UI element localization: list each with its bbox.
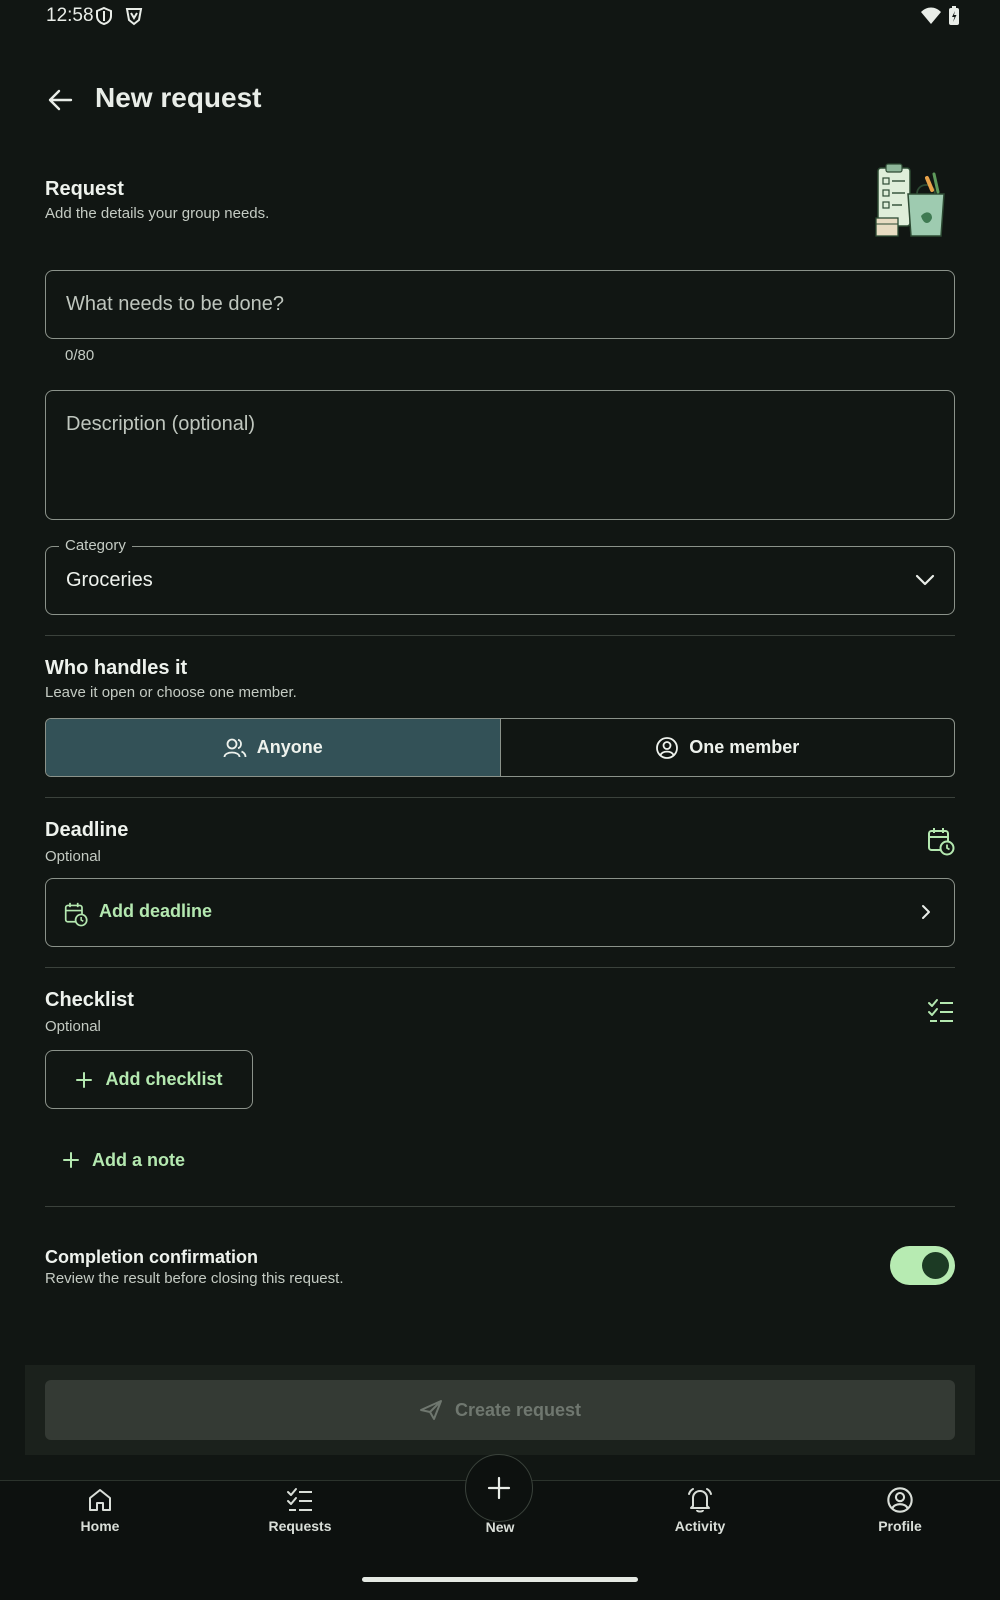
title-character-counter: 0/80 [65, 347, 95, 364]
deadline-section-subtitle: Optional [45, 848, 101, 865]
nav-new[interactable]: New [440, 1519, 560, 1579]
description-input-placeholder: Description (optional) [66, 413, 255, 435]
confirmation-subtitle: Review the result before closing this re… [45, 1270, 344, 1287]
nav-new-label: New [485, 1519, 515, 1535]
profile-icon [887, 1487, 913, 1513]
wifi-icon [920, 7, 942, 30]
battery-icon [948, 6, 960, 31]
group-icon [223, 738, 247, 757]
grocery-illustration-icon [872, 160, 952, 240]
request-section-subtitle: Add the details your group needs. [45, 205, 270, 222]
toggle-knob [922, 1252, 949, 1279]
home-icon [89, 1489, 111, 1511]
checklist-icon [927, 998, 955, 1029]
add-checklist-button[interactable]: Add checklist [45, 1050, 253, 1109]
send-icon [419, 1400, 442, 1420]
segment-anyone[interactable]: Anyone [46, 719, 501, 776]
shield-icon [95, 6, 113, 31]
category-label: Category [59, 537, 132, 554]
plus-icon [76, 1071, 93, 1088]
plus-icon [63, 1152, 79, 1168]
title-input[interactable]: What needs to be done? [45, 270, 955, 339]
handler-segmented-control: Anyone One member [45, 718, 955, 777]
checklist-section-subtitle: Optional [45, 1018, 101, 1035]
nav-home-label: Home [80, 1518, 120, 1534]
divider [45, 1206, 955, 1207]
segment-anyone-label: Anyone [256, 737, 323, 757]
chevron-down-icon [914, 569, 936, 596]
nav-requests-label: Requests [268, 1518, 332, 1534]
nav-profile-label: Profile [878, 1518, 922, 1534]
status-time: 12:58 [46, 5, 94, 26]
bell-icon [688, 1488, 712, 1513]
vpn-shield-icon [124, 6, 144, 31]
add-deadline-button[interactable]: Add deadline [45, 878, 955, 947]
handler-section-title: Who handles it [45, 657, 188, 679]
new-request-fab[interactable] [465, 1454, 533, 1522]
create-request-button[interactable]: Create request [45, 1380, 955, 1440]
divider [45, 967, 955, 968]
arrow-back-icon [48, 89, 73, 111]
description-input[interactable]: Description (optional) [45, 390, 955, 520]
create-request-label: Create request [454, 1399, 582, 1420]
add-deadline-label: Add deadline [99, 901, 213, 921]
back-button[interactable] [42, 82, 78, 118]
new-request-screen: 12:58 New request Request Add the detail… [0, 0, 1000, 1600]
account-circle-icon [656, 736, 679, 759]
nav-profile[interactable]: Profile [840, 1486, 960, 1546]
handler-section-subtitle: Leave it open or choose one member. [45, 684, 297, 701]
request-section-title: Request [45, 178, 124, 200]
calendar-clock-icon [927, 826, 955, 861]
calendar-clock-icon [64, 901, 88, 932]
status-bar: 12:58 [0, 0, 1000, 34]
checklist-section-title: Checklist [45, 989, 134, 1011]
nav-activity-label: Activity [674, 1518, 726, 1534]
segment-one-member-label: One member [689, 737, 800, 757]
home-indicator[interactable] [362, 1577, 638, 1582]
deadline-section-title: Deadline [45, 819, 129, 841]
nav-requests[interactable]: Requests [240, 1486, 360, 1546]
category-dropdown[interactable]: Groceries [45, 546, 955, 615]
divider [45, 797, 955, 798]
completion-confirmation-toggle[interactable] [890, 1246, 955, 1285]
title-input-placeholder: What needs to be done? [66, 293, 284, 315]
chevron-right-icon [920, 903, 932, 926]
divider [45, 635, 955, 636]
confirmation-title: Completion confirmation [45, 1247, 258, 1267]
nav-home[interactable]: Home [40, 1486, 160, 1546]
page-title: New request [95, 82, 262, 113]
nav-activity[interactable]: Activity [640, 1486, 760, 1546]
add-note-button[interactable]: Add a note [62, 1142, 185, 1178]
plus-icon [487, 1476, 511, 1500]
category-value: Groceries [66, 569, 153, 591]
checklist-icon [287, 1488, 312, 1511]
add-note-label: Add a note [92, 1149, 185, 1170]
segment-one-member[interactable]: One member [501, 719, 955, 776]
add-checklist-label: Add checklist [105, 1069, 223, 1089]
